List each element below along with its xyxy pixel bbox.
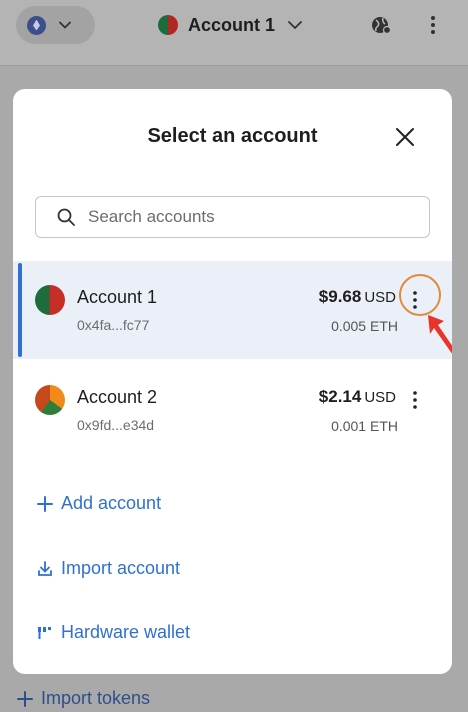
close-icon[interactable] — [393, 125, 417, 149]
hardware-wallet-icon — [38, 626, 51, 639]
account-name: Account 1 — [77, 287, 158, 307]
account-row-2[interactable]: Account 2 0x9fd...e34d $2.14 USD 0.001 ET… — [13, 361, 452, 459]
selected-indicator — [18, 263, 22, 357]
import-tokens-link[interactable]: Import tokens — [16, 688, 150, 709]
account-address: 0x4fa...fc77 — [77, 317, 150, 333]
hardware-wallet-button[interactable]: Hardware wallet — [36, 622, 190, 643]
account-avatar — [158, 15, 178, 35]
current-account-name: Account 1 — [188, 14, 276, 35]
ethereum-network-icon — [27, 15, 46, 35]
account-options-icon[interactable] — [409, 389, 421, 411]
account-switcher[interactable]: Account 1 — [158, 10, 305, 40]
fiat-currency: USD — [364, 389, 396, 406]
add-account-label: Add account — [61, 493, 162, 513]
fiat-balance: $9.68 USD — [319, 287, 396, 307]
account-options-icon[interactable] — [409, 289, 421, 311]
plus-icon — [17, 690, 33, 707]
eth-balance: 0.001 ETH — [331, 418, 398, 434]
account-avatar — [35, 285, 65, 315]
annotation-arrow-icon — [428, 315, 452, 354]
account-avatar — [35, 385, 65, 415]
network-picker[interactable] — [16, 6, 95, 44]
account-address: 0x9fd...e34d — [77, 417, 155, 433]
top-bar: Account 1 — [0, 0, 468, 66]
import-account-label: Import account — [61, 558, 181, 578]
modal-title: Select an account — [147, 125, 318, 147]
chevron-down-icon — [59, 21, 71, 29]
fiat-amount: $2.14 — [318, 387, 362, 406]
add-account-button[interactable]: Add account — [36, 493, 161, 514]
search-input[interactable] — [88, 207, 388, 227]
import-account-button[interactable]: Import account — [36, 558, 180, 579]
eth-balance: 0.005 ETH — [331, 318, 398, 334]
plus-icon — [37, 495, 53, 512]
account-selector-modal: Select an account Account 1 0x4fa...fc77… — [13, 89, 452, 674]
import-icon — [38, 560, 52, 576]
fiat-amount: $9.68 — [318, 287, 362, 306]
more-options-icon[interactable] — [425, 13, 441, 37]
hardware-wallet-label: Hardware wallet — [61, 622, 191, 642]
fiat-currency: USD — [364, 289, 396, 306]
globe-icon[interactable] — [370, 14, 392, 36]
search-field[interactable] — [35, 196, 430, 238]
fiat-balance: $2.14 USD — [319, 387, 396, 407]
import-tokens-label: Import tokens — [41, 688, 151, 708]
chevron-down-icon — [288, 21, 302, 30]
account-name: Account 2 — [77, 387, 158, 407]
search-icon — [57, 208, 75, 226]
account-row-1[interactable]: Account 1 0x4fa...fc77 $9.68 USD 0.005 ET… — [13, 261, 452, 359]
